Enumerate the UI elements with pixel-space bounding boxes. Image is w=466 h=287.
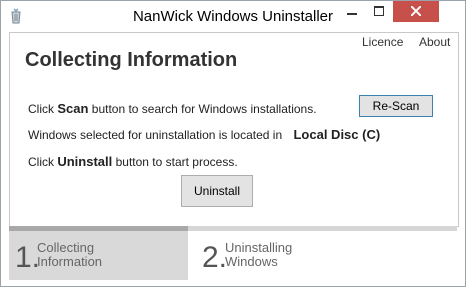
instruction-uninstall-keyword: Uninstall <box>57 154 113 169</box>
progress-steps: 1. Collecting Information 2. Uninstallin… <box>9 226 457 280</box>
step-number: 2. <box>202 241 228 274</box>
location-info: Windows selected for uninstallation is l… <box>28 127 380 142</box>
step-label: Uninstalling Windows <box>225 241 292 269</box>
step-uninstalling: 2. Uninstalling Windows <box>188 226 457 280</box>
step-label-line1: Uninstalling <box>225 240 293 255</box>
step-label-line2: Information <box>37 254 103 269</box>
instruction-scan-suffix: button to search for Windows installatio… <box>91 102 317 116</box>
instruction-uninstall: Click Uninstall button to start process. <box>28 154 238 169</box>
step-collecting: 1. Collecting Information <box>9 226 188 280</box>
close-icon <box>411 6 421 16</box>
instruction-scan-keyword: Scan <box>57 101 89 116</box>
page-title: Collecting Information <box>25 49 238 71</box>
step-label-line1: Collecting <box>37 240 95 255</box>
rescan-button[interactable]: Re-Scan <box>359 95 433 117</box>
minimize-button[interactable] <box>338 1 366 22</box>
step-label: Collecting Information <box>37 241 102 269</box>
instruction-uninstall-prefix: Click <box>28 155 54 169</box>
title-bar: NanWick Windows Uninstaller <box>1 1 465 32</box>
location-disk: Local Disc (C) <box>293 127 381 142</box>
instruction-scan: Click Scan button to search for Windows … <box>28 101 317 116</box>
step-label-line2: Windows <box>225 254 278 269</box>
main-panel: Licence About Collecting Information Cli… <box>9 32 459 227</box>
about-link[interactable]: About <box>419 35 450 49</box>
instruction-uninstall-suffix: button to start process. <box>115 155 238 169</box>
instruction-scan-prefix: Click <box>28 102 54 116</box>
uninstall-button[interactable]: Uninstall <box>181 175 253 207</box>
location-info-prefix: Windows selected for uninstallation is l… <box>28 128 283 142</box>
app-window: NanWick Windows Uninstaller Licence Abou… <box>0 0 466 287</box>
licence-link[interactable]: Licence <box>362 35 403 49</box>
close-button[interactable] <box>393 1 439 22</box>
maximize-button[interactable] <box>366 1 393 22</box>
